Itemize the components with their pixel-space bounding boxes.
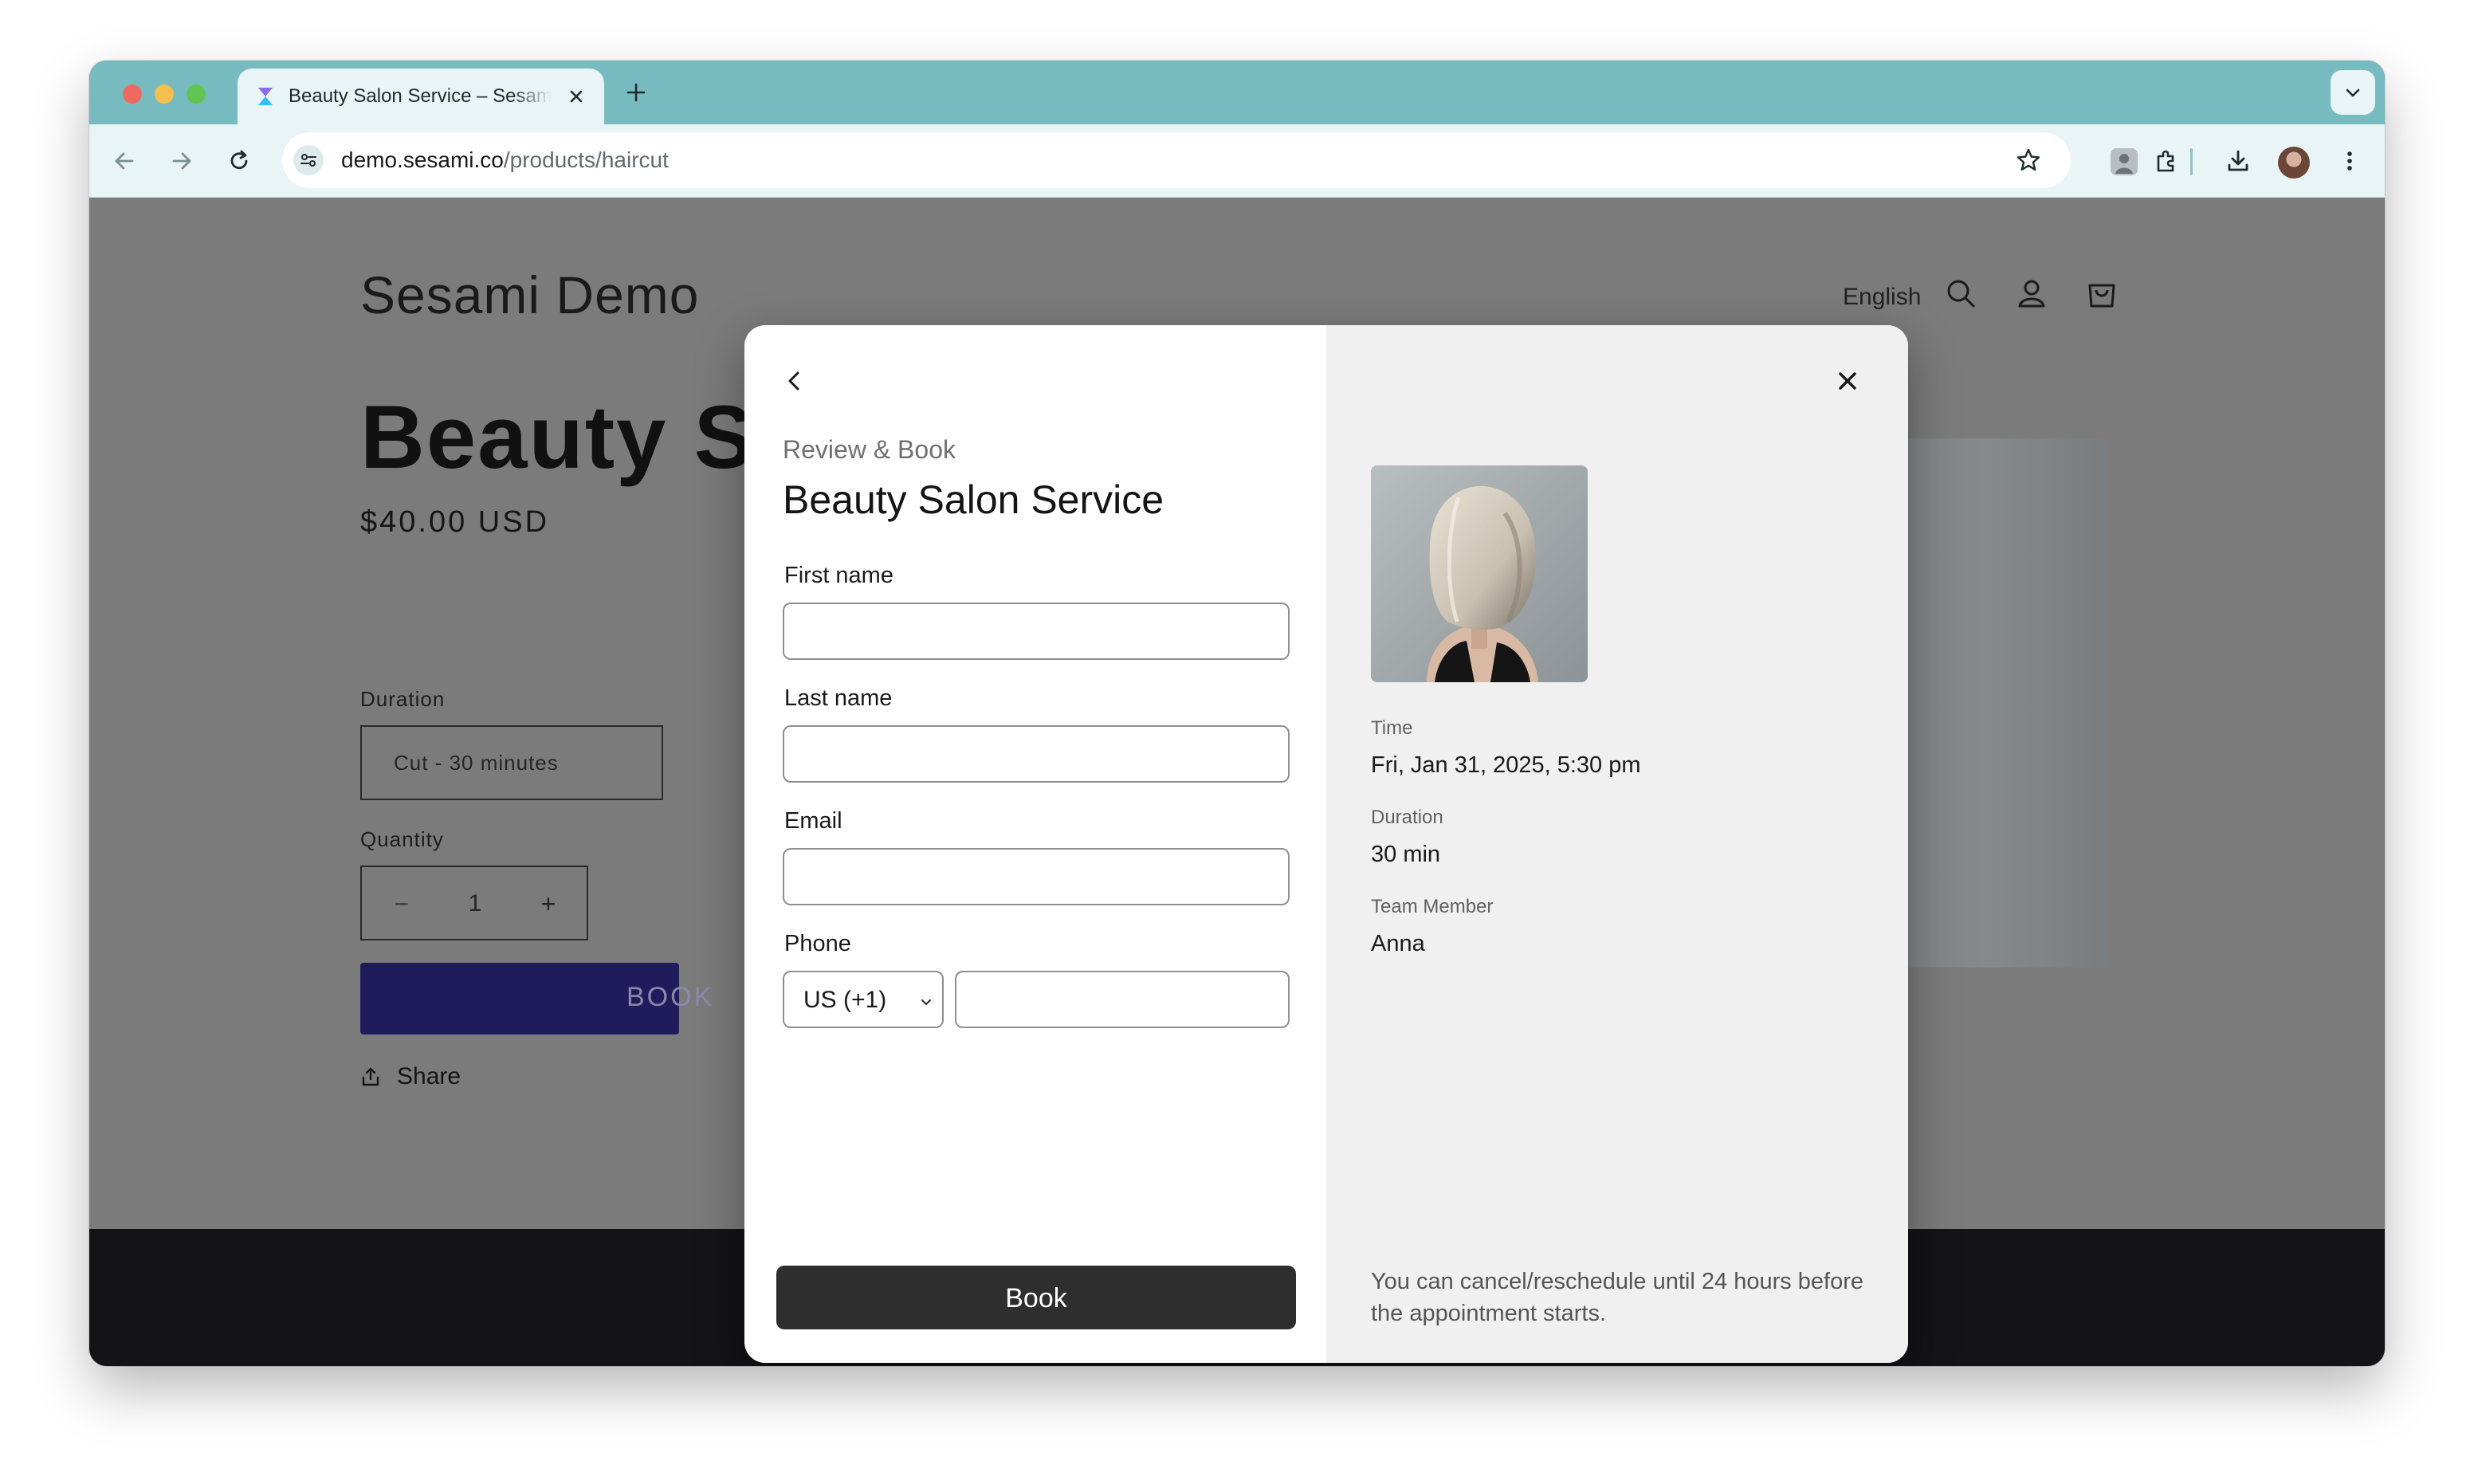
product-price: $40.00 USD <box>360 505 550 539</box>
maximize-window-button[interactable] <box>187 84 206 104</box>
language-selector[interactable]: English <box>1843 281 1930 316</box>
email-label: Email <box>784 808 842 834</box>
address-bar[interactable]: demo.sesami.co/products/haircut <box>282 132 2071 188</box>
time-value: Fri, Jan 31, 2025, 5:30 pm <box>1371 752 1641 778</box>
share-button[interactable]: Share <box>360 1060 472 1092</box>
tab-close-icon[interactable] <box>566 86 587 107</box>
email-field[interactable] <box>783 848 1290 905</box>
duration-value: 30 min <box>1371 842 1441 867</box>
first-name-field[interactable] <box>783 603 1290 660</box>
quantity-increase-button[interactable]: + <box>532 886 564 921</box>
first-name-label: First name <box>784 563 893 588</box>
team-member-value: Anna <box>1371 931 1425 956</box>
page-book-button[interactable]: BOOK <box>360 963 712 1034</box>
book-button[interactable]: Book <box>776 1266 1296 1329</box>
quantity-label: Quantity <box>360 827 444 851</box>
download-icon[interactable] <box>2224 147 2252 175</box>
last-name-field[interactable] <box>783 725 1290 783</box>
tab-search-button[interactable] <box>2331 70 2375 115</box>
phone-country-select[interactable]: US (+1) <box>783 971 944 1028</box>
phone-label: Phone <box>784 931 851 956</box>
tab-active[interactable]: Beauty Salon Service – Sesami Demo <box>238 69 604 124</box>
store-name[interactable]: Sesami Demo <box>360 265 699 325</box>
share-icon <box>362 1067 379 1086</box>
duration-label: Duration <box>360 687 446 711</box>
phone-number-field[interactable] <box>955 971 1290 1028</box>
kebab-menu-icon[interactable] <box>2335 147 2364 175</box>
site-settings-icon[interactable] <box>293 145 324 175</box>
tab-title: Beauty Salon Service – Sesami Demo <box>289 85 552 107</box>
quantity-decrease-button[interactable]: − <box>386 886 418 921</box>
browser-window: Beauty Salon Service – Sesami Demo <box>89 61 2385 1366</box>
search-icon[interactable] <box>1942 274 1981 314</box>
back-arrow-icon[interactable] <box>110 147 139 175</box>
new-tab-icon[interactable] <box>623 80 649 105</box>
last-name-label: Last name <box>784 685 893 711</box>
extensions-puzzle-icon[interactable] <box>2152 147 2181 175</box>
chevron-down-icon <box>921 999 932 1006</box>
booking-modal: Review & Book Beauty Salon Service First… <box>744 325 1908 1363</box>
chevron-down-icon <box>2346 88 2360 97</box>
time-label: Time <box>1371 717 1413 739</box>
modal-eyebrow: Review & Book <box>783 435 956 464</box>
bookmark-star-icon[interactable] <box>2013 145 2044 175</box>
service-photo <box>1371 465 1588 682</box>
close-window-button[interactable] <box>123 84 142 104</box>
forward-arrow-icon[interactable] <box>167 147 196 175</box>
toolbar-divider <box>2190 148 2193 175</box>
minimize-window-button[interactable] <box>155 84 174 104</box>
sesami-favicon-icon <box>258 88 273 105</box>
reload-icon[interactable] <box>225 147 253 175</box>
tab-strip: Beauty Salon Service – Sesami Demo <box>89 61 2385 124</box>
close-icon[interactable] <box>1832 365 1863 397</box>
duration-label: Duration <box>1371 807 1443 828</box>
cart-icon[interactable] <box>2082 274 2122 314</box>
extension-icon[interactable] <box>2111 148 2138 175</box>
cancellation-policy: You can cancel/reschedule until 24 hours… <box>1371 1269 1864 1326</box>
duration-select[interactable]: Cut - 30 minutes <box>360 725 663 800</box>
chevron-left-icon[interactable] <box>778 365 810 397</box>
modal-title: Beauty Salon Service <box>783 477 1164 522</box>
account-icon[interactable] <box>2012 274 2052 314</box>
browser-toolbar: demo.sesami.co/products/haircut <box>89 124 2385 198</box>
team-member-label: Team Member <box>1371 896 1494 917</box>
url-text: demo.sesami.co/products/haircut <box>341 147 669 172</box>
quantity-value[interactable]: 1 <box>457 886 493 921</box>
profile-avatar[interactable] <box>2278 147 2310 179</box>
quantity-stepper[interactable]: − 1 + <box>360 866 588 940</box>
